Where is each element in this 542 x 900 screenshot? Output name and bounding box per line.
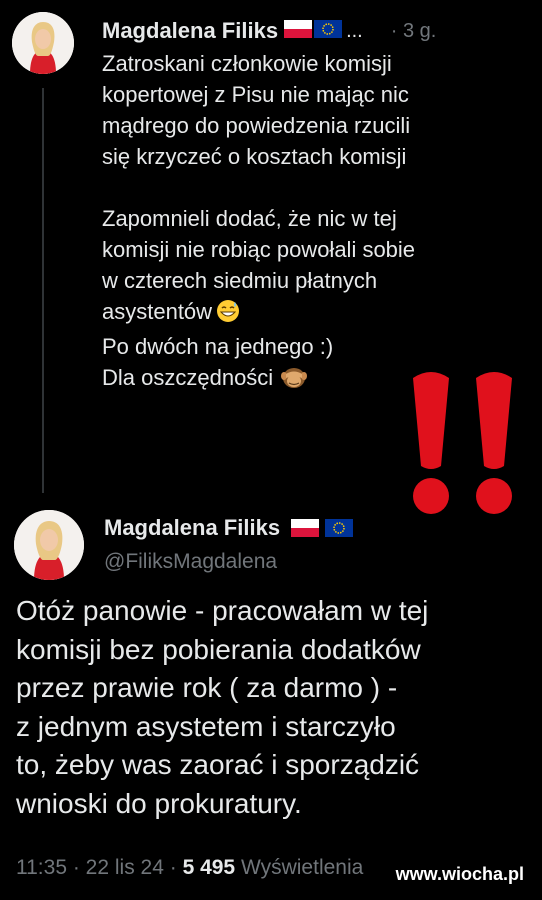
reply-text-line: Dla oszczędności xyxy=(102,365,274,390)
author-handle[interactable]: @FiliksMagdalena xyxy=(104,550,277,574)
post-metadata: 11:35 · 22 lis 24 · 5 495 Wyświetlenia xyxy=(16,856,363,880)
grinning-sweat-emoji-icon xyxy=(216,299,240,331)
reply-header: Magdalena Filiks ... · 3 g. xyxy=(102,14,436,48)
reply-body: Zatroskani członkowie komisji kopertowej… xyxy=(102,48,512,397)
poland-flag-icon xyxy=(290,519,319,542)
poland-flag-icon xyxy=(284,19,313,43)
author-name[interactable]: Magdalena Filiks xyxy=(102,18,278,44)
post-header: Magdalena Filiks xyxy=(104,515,353,542)
separator: · xyxy=(169,856,183,879)
see-no-evil-monkey-emoji-icon xyxy=(281,365,308,397)
avatar[interactable] xyxy=(14,510,84,580)
thread-connector xyxy=(42,88,44,493)
eu-flag-icon xyxy=(314,19,343,43)
reply-text-line: Po dwóch na jednego :) xyxy=(102,334,334,359)
separator: · xyxy=(72,856,86,879)
post-text: Otóż panowie - pracowałam w tej komisji … xyxy=(16,595,429,819)
post-date[interactable]: 22 lis 24 xyxy=(86,856,164,879)
views-label: Wyświetlenia xyxy=(240,856,364,879)
reply-timestamp[interactable]: · 3 g. xyxy=(391,20,437,43)
eu-flag-icon xyxy=(324,519,353,542)
red-exclamation-icon xyxy=(470,370,518,525)
view-count: 5 495 xyxy=(182,856,236,879)
reply-text: Zatroskani członkowie komisji kopertowej… xyxy=(102,51,416,324)
author-name[interactable]: Magdalena Filiks xyxy=(104,515,280,540)
avatar[interactable] xyxy=(12,12,74,74)
post-time[interactable]: 11:35 xyxy=(16,856,67,879)
red-exclamation-icon xyxy=(407,370,455,525)
more-ellipsis[interactable]: ... xyxy=(346,20,363,43)
watermark: www.wiocha.pl xyxy=(395,864,524,884)
